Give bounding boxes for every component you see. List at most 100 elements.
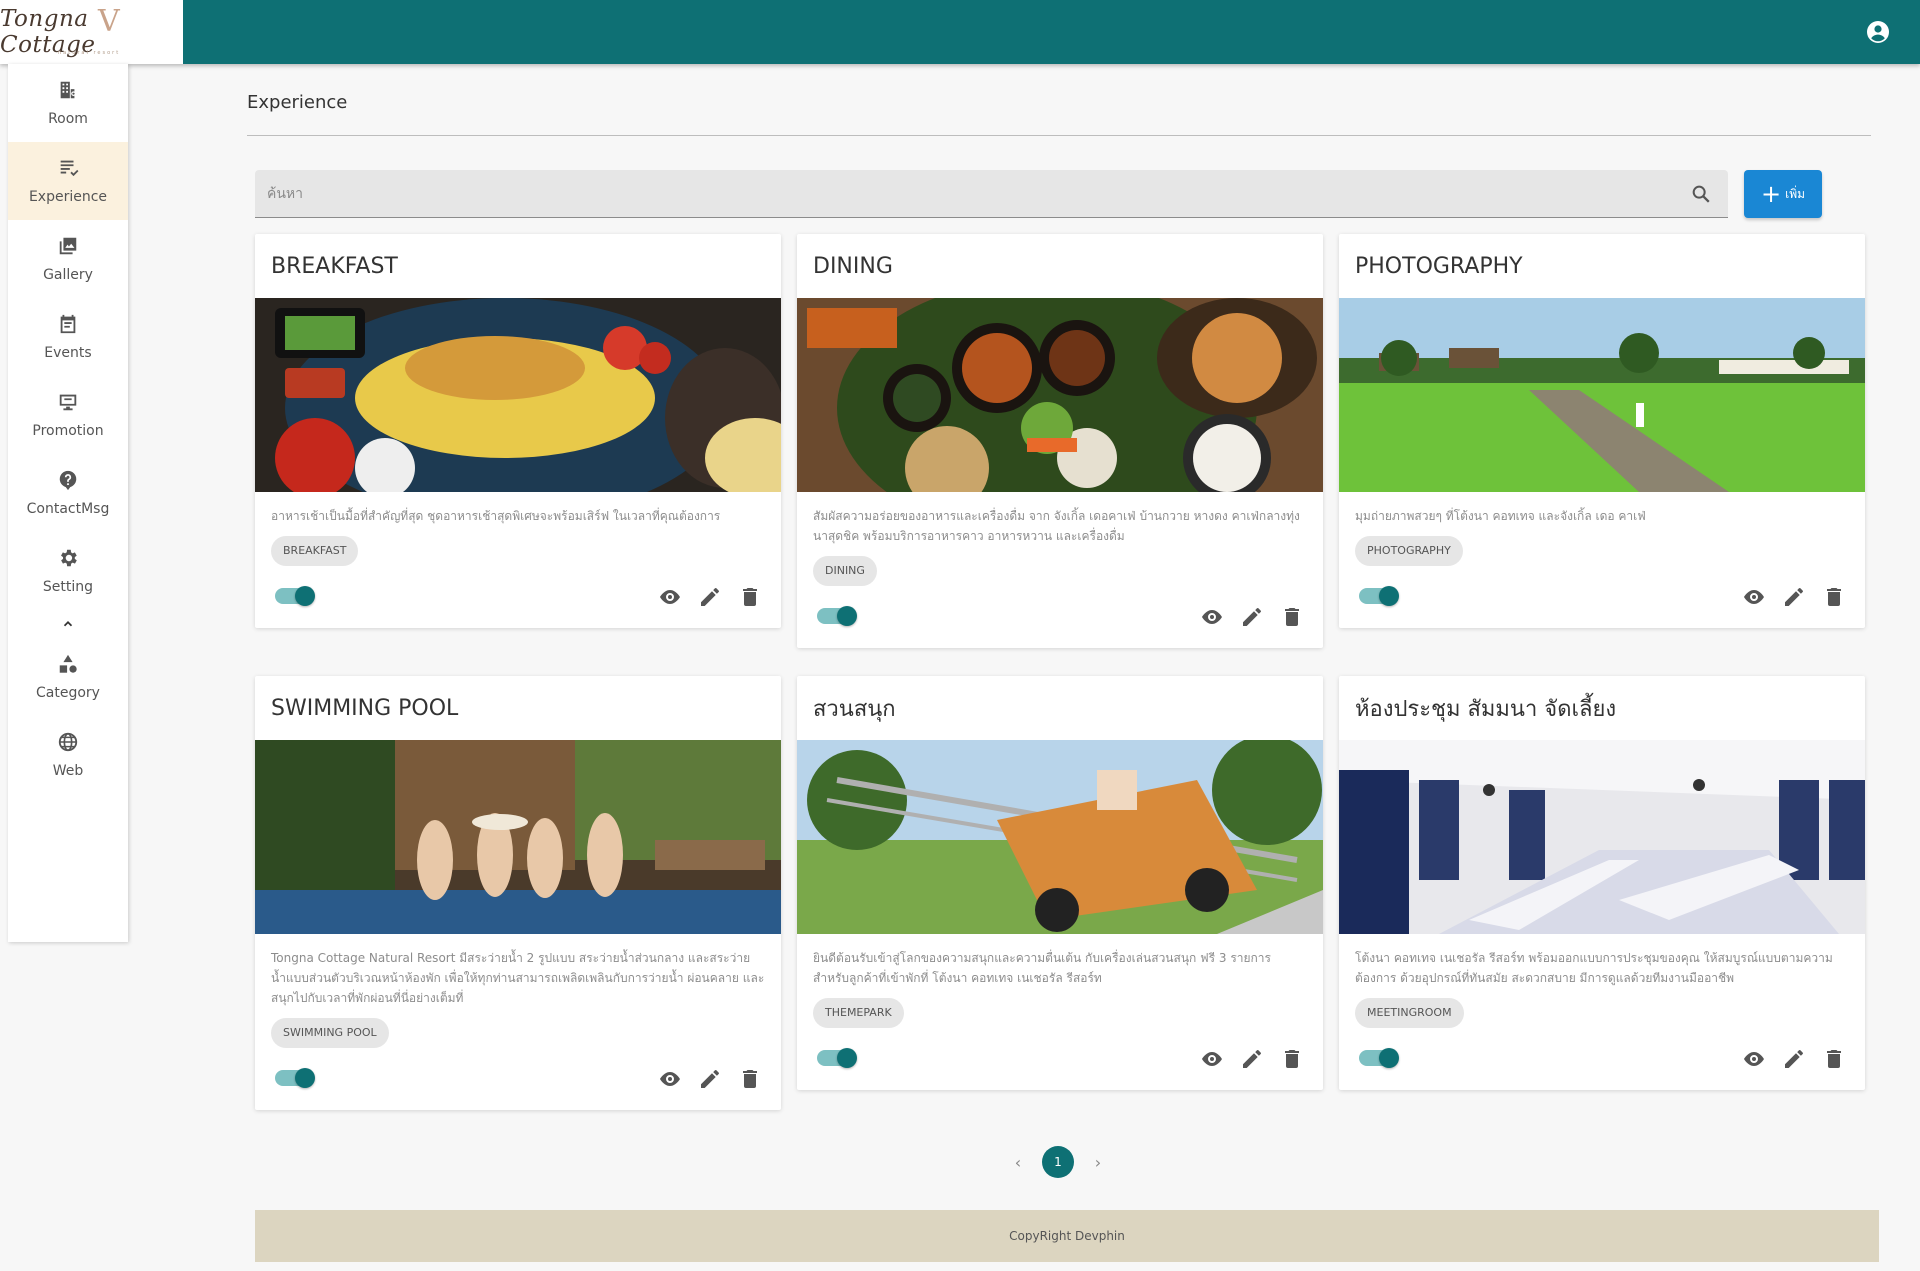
sidebar-item-contactmsg[interactable]: ContactMsg (8, 454, 128, 532)
card-title: PHOTOGRAPHY (1355, 253, 1523, 279)
search-icon[interactable] (1690, 183, 1712, 205)
delete-trash-icon[interactable] (738, 1067, 762, 1091)
gallery-icon (59, 237, 77, 255)
sidebar-item-label: Promotion (32, 423, 104, 439)
top-app-bar: Tongna Cottage V natural resort (0, 0, 1920, 64)
view-eye-icon[interactable] (1742, 1047, 1766, 1071)
sidebar-item-label: Experience (28, 189, 108, 205)
sidebar-item-label: ContactMsg (26, 501, 110, 517)
sidebar-item-promotion[interactable]: Promotion (8, 376, 128, 454)
account-circle-icon[interactable] (1866, 20, 1890, 44)
card-title: BREAKFAST (271, 253, 398, 279)
sidebar-collapse-toggle[interactable] (8, 610, 128, 638)
view-eye-icon[interactable] (1200, 1047, 1224, 1071)
sidebar-item-gallery[interactable]: Gallery (8, 220, 128, 298)
logo-mark: V (98, 4, 120, 39)
edit-pencil-icon[interactable] (698, 585, 722, 609)
card-image-themepark (797, 740, 1323, 934)
page-title: Experience (247, 92, 348, 113)
card-image-swimming-pool (255, 740, 781, 934)
room-icon (60, 81, 76, 99)
sidebar-item-label: Events (44, 345, 92, 361)
footer-copyright: CopyRight Devphin (1009, 1229, 1125, 1243)
search-field[interactable] (255, 170, 1728, 218)
experience-card: PHOTOGRAPHY มุมถ่ายภาพสวยๆ ที่โต้งนา คอท… (1339, 234, 1865, 628)
card-actions (797, 1028, 1323, 1090)
add-button-label: เพิ่ม (1785, 186, 1806, 201)
view-eye-icon[interactable] (658, 1067, 682, 1091)
category-chip: BREAKFAST (271, 536, 359, 566)
view-eye-icon[interactable] (1200, 605, 1224, 629)
card-actions (255, 566, 781, 628)
experience-icon (60, 160, 79, 177)
card-actions (1339, 1028, 1865, 1090)
card-actions (255, 1048, 781, 1110)
card-description: ยินดีต้อนรับเข้าสู่โลกของความสนุกและความ… (813, 951, 1271, 985)
chevron-up-icon (63, 621, 73, 627)
title-divider (247, 135, 1871, 136)
card-image-dining (797, 298, 1323, 492)
enabled-toggle[interactable] (275, 1068, 315, 1088)
experience-card: SWIMMING POOL Tongna Cottage Natural Res… (255, 676, 781, 1110)
sidebar-item-label: Setting (42, 579, 94, 595)
delete-trash-icon[interactable] (1822, 585, 1846, 609)
category-chip: PHOTOGRAPHY (1355, 536, 1463, 566)
card-title: สวนสนุก (813, 696, 896, 722)
edit-pencil-icon[interactable] (1782, 1047, 1806, 1071)
edit-pencil-icon[interactable] (1240, 605, 1264, 629)
card-actions (1339, 566, 1865, 628)
add-experience-button[interactable]: + เพิ่ม (1744, 170, 1822, 218)
edit-pencil-icon[interactable] (1240, 1047, 1264, 1071)
edit-pencil-icon[interactable] (1782, 585, 1806, 609)
delete-trash-icon[interactable] (1822, 1047, 1846, 1071)
edit-pencil-icon[interactable] (698, 1067, 722, 1091)
sidebar-item-room[interactable]: Room (8, 64, 128, 142)
category-chip: DINING (813, 556, 877, 586)
card-description: สัมผัสความอร่อยของอาหารและเครื่องดื่ม จา… (813, 509, 1300, 543)
experience-card: BREAKFAST อาหารเช้าเป็นมื้อที่สำคัญที่สุ… (255, 234, 781, 628)
enabled-toggle[interactable] (1359, 1048, 1399, 1068)
globe-icon (58, 732, 78, 752)
prev-page-button[interactable]: ‹ (1010, 1153, 1026, 1172)
enabled-toggle[interactable] (275, 586, 315, 606)
enabled-toggle[interactable] (1359, 586, 1399, 606)
card-image-meetingroom (1339, 740, 1865, 934)
next-page-button[interactable]: › (1090, 1153, 1106, 1172)
card-description: มุมถ่ายภาพสวยๆ ที่โต้งนา คอทเทจ และจังเก… (1355, 509, 1646, 523)
card-description: อาหารเช้าเป็นมื้อที่สำคัญที่สุด ชุดอาหาร… (271, 509, 721, 523)
card-image-photography (1339, 298, 1865, 492)
pagination: ‹ 1 › (1010, 1146, 1106, 1178)
sidebar-nav: Room Experience Gallery Events Promotion… (8, 64, 128, 942)
promotion-icon (59, 394, 77, 411)
card-description: Tongna Cottage Natural Resort มีสระว่ายน… (271, 951, 765, 1005)
delete-trash-icon[interactable] (1280, 605, 1304, 629)
view-eye-icon[interactable] (1742, 585, 1766, 609)
footer: CopyRight Devphin (255, 1210, 1879, 1262)
sidebar-item-events[interactable]: Events (8, 298, 128, 376)
search-input[interactable] (267, 182, 1667, 206)
plus-icon: + (1760, 180, 1782, 208)
view-eye-icon[interactable] (658, 585, 682, 609)
experience-card: DINING สัมผัสความอร่อยของอาหารและเครื่อง… (797, 234, 1323, 648)
delete-trash-icon[interactable] (738, 585, 762, 609)
brand-logo[interactable]: Tongna Cottage V natural resort (0, 0, 183, 64)
page-number-button[interactable]: 1 (1042, 1146, 1074, 1178)
card-description: โต้งนา คอทเทจ เนเชอรัล รีสอร์ท พร้อมออกแ… (1355, 951, 1833, 985)
sidebar-item-label: Category (36, 685, 100, 701)
category-icon (59, 654, 77, 673)
enabled-toggle[interactable] (817, 606, 857, 626)
sidebar-item-setting[interactable]: Setting (8, 532, 128, 610)
sidebar-item-experience[interactable]: Experience (8, 142, 128, 220)
delete-trash-icon[interactable] (1280, 1047, 1304, 1071)
experience-card: สวนสนุก ยินดีต้อนรับเข้าสู่โลกของความสนุ… (797, 676, 1323, 1090)
category-chip: MEETINGROOM (1355, 998, 1464, 1028)
sidebar-item-category[interactable]: Category (8, 638, 128, 716)
card-title: DINING (813, 253, 893, 279)
help-icon (59, 470, 77, 491)
enabled-toggle[interactable] (817, 1048, 857, 1068)
category-chip: SWIMMING POOL (271, 1018, 389, 1048)
gear-icon (61, 549, 77, 567)
card-image-breakfast (255, 298, 781, 492)
sidebar-item-label: Room (48, 111, 88, 127)
sidebar-item-web[interactable]: Web (8, 716, 128, 794)
